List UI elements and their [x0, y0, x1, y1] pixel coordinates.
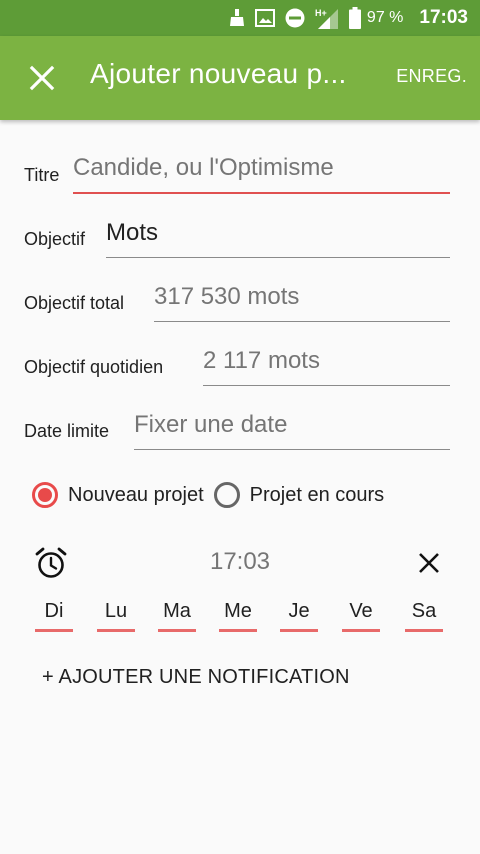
image-icon — [254, 9, 275, 27]
close-button[interactable] — [26, 62, 58, 94]
day-friday[interactable]: Ve — [342, 600, 380, 632]
total-field: Objectif total — [24, 278, 450, 326]
objective-label: Objectif — [24, 229, 86, 249]
app-bar: Ajouter nouveau p... ENREG. — [0, 36, 480, 120]
save-button[interactable]: ENREG. — [396, 66, 467, 87]
daily-field: Objectif quotidien — [24, 342, 450, 390]
remove-notification-icon[interactable] — [418, 552, 440, 579]
page-title: Ajouter nouveau p... — [90, 58, 347, 89]
day-monday[interactable]: Lu — [97, 600, 135, 632]
status-bar: H+ 97 % 17:03 — [0, 0, 480, 36]
title-field: Titre — [24, 150, 450, 198]
project-type-group: Nouveau projet Projet en cours — [32, 482, 394, 508]
battery-icon — [348, 7, 361, 29]
objective-select[interactable]: Mots — [106, 215, 450, 258]
day-sunday[interactable]: Di — [35, 600, 73, 632]
weekday-selector: Di Lu Ma Me Je Ve Sa — [24, 600, 456, 640]
title-input[interactable] — [73, 150, 450, 194]
radio-checked-icon — [32, 482, 58, 508]
radio-unchecked-icon — [213, 482, 240, 508]
day-saturday[interactable]: Sa — [405, 600, 443, 632]
cleaner-icon — [229, 9, 245, 27]
day-tuesday[interactable]: Ma — [158, 600, 196, 632]
deadline-input[interactable] — [134, 407, 450, 450]
radio-ongoing-project-label: Projet en cours — [249, 483, 385, 506]
radio-ongoing-project[interactable]: Projet en cours — [213, 482, 385, 508]
daily-input[interactable] — [203, 343, 450, 386]
close-icon — [29, 65, 55, 91]
title-label: Titre — [24, 165, 60, 185]
radio-new-project[interactable]: Nouveau projet — [32, 482, 204, 508]
add-notification-button[interactable]: + AJOUTER UNE NOTIFICATION — [42, 666, 350, 689]
radio-new-project-label: Nouveau projet — [68, 483, 204, 506]
signal-icon: H+ — [315, 7, 339, 29]
do-not-disturb-icon — [285, 8, 305, 28]
total-input[interactable] — [154, 279, 450, 322]
objective-field: Objectif Mots — [24, 214, 450, 262]
notification-time[interactable]: 17:03 — [0, 548, 480, 576]
day-wednesday[interactable]: Me — [219, 600, 257, 632]
status-time: 17:03 — [419, 7, 468, 28]
day-thursday[interactable]: Je — [280, 600, 318, 632]
svg-text:H+: H+ — [315, 8, 327, 18]
total-label: Objectif total — [24, 293, 125, 313]
deadline-label: Date limite — [24, 421, 110, 441]
battery-percent: 97 % — [366, 9, 404, 26]
daily-label: Objectif quotidien — [24, 357, 164, 377]
deadline-field: Date limite — [24, 406, 450, 454]
